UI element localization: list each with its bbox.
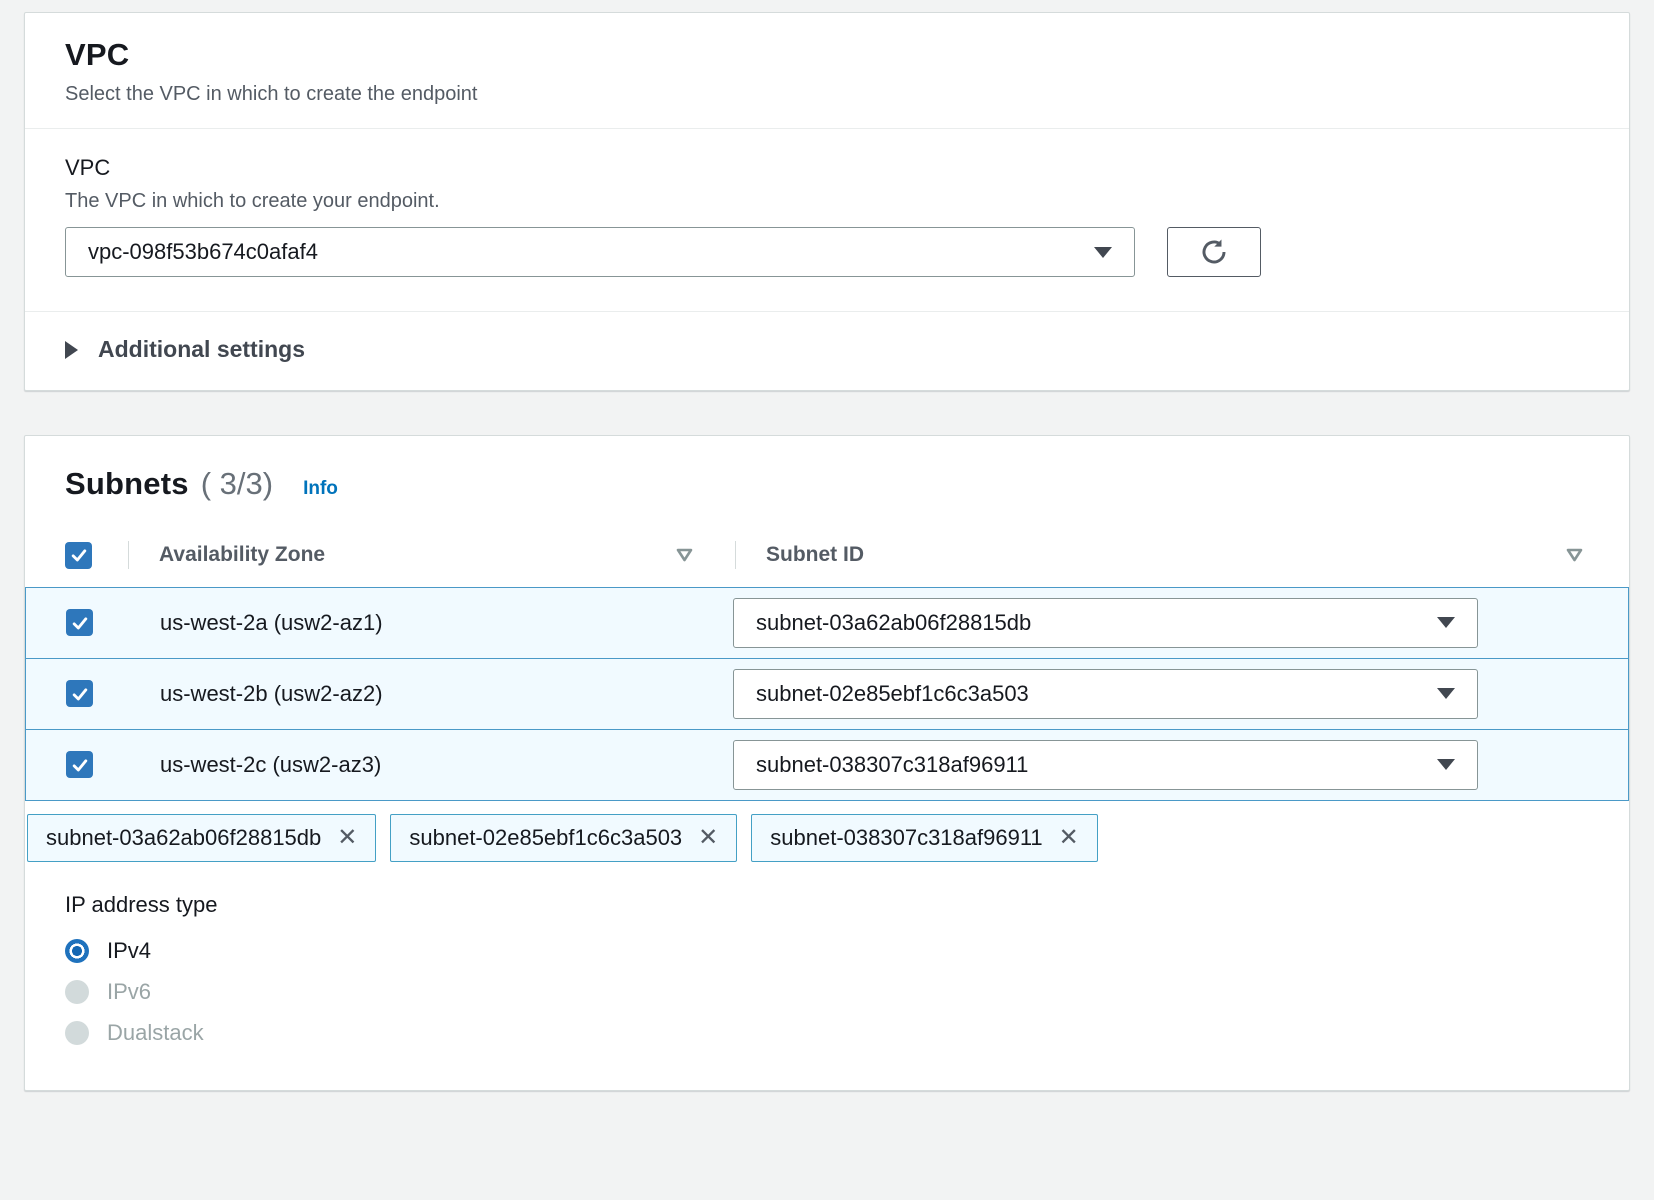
- chevron-down-icon: [1437, 688, 1455, 699]
- subnets-card-title: Subnets: [65, 466, 189, 502]
- column-header-subnet-id[interactable]: Subnet ID: [766, 543, 1589, 567]
- radio-label: IPv6: [107, 979, 151, 1005]
- vpc-select-value: vpc-098f53b674c0afaf4: [88, 239, 318, 265]
- vpc-card: VPC Select the VPC in which to create th…: [24, 12, 1630, 391]
- subnet-token-label: subnet-02e85ebf1c6c3a503: [409, 825, 682, 851]
- row-checkbox[interactable]: [66, 609, 93, 636]
- vpc-select[interactable]: vpc-098f53b674c0afaf4: [65, 227, 1135, 277]
- remove-token-icon[interactable]: ✕: [337, 826, 357, 850]
- remove-token-icon[interactable]: ✕: [698, 826, 718, 850]
- subnet-id-select[interactable]: subnet-03a62ab06f28815db: [733, 598, 1478, 648]
- radio-label: Dualstack: [107, 1020, 204, 1046]
- chevron-down-icon: [1437, 617, 1455, 628]
- subnet-token-label: subnet-03a62ab06f28815db: [46, 825, 321, 851]
- availability-zone-cell: us-west-2c (usw2-az3): [160, 752, 733, 778]
- subnets-count: ( 3/3): [201, 466, 273, 502]
- sort-icon: [1566, 548, 1583, 562]
- column-header-availability-zone[interactable]: Availability Zone: [159, 543, 699, 567]
- subnet-token: subnet-038307c318af96911 ✕: [751, 814, 1098, 862]
- vpc-card-header: VPC Select the VPC in which to create th…: [25, 13, 1629, 129]
- availability-zone-cell: us-west-2b (usw2-az2): [160, 681, 733, 707]
- row-checkbox[interactable]: [66, 680, 93, 707]
- subnet-id-header-label: Subnet ID: [766, 543, 864, 567]
- page: VPC Select the VPC in which to create th…: [0, 0, 1654, 1091]
- radio-disabled-icon: [65, 980, 89, 1004]
- radio-option-ipv4[interactable]: IPv4: [65, 938, 1589, 964]
- chevron-down-icon: [1094, 247, 1112, 258]
- vpc-card-description: Select the VPC in which to create the en…: [65, 83, 1589, 106]
- subnet-id-select-value: subnet-03a62ab06f28815db: [756, 610, 1031, 636]
- subnet-id-select-value: subnet-02e85ebf1c6c3a503: [756, 681, 1029, 707]
- info-link[interactable]: Info: [303, 478, 338, 500]
- check-icon: [69, 545, 89, 565]
- subnet-id-select[interactable]: subnet-02e85ebf1c6c3a503: [733, 669, 1478, 719]
- radio-selected-icon: [65, 939, 89, 963]
- selected-subnet-tokens: subnet-03a62ab06f28815db ✕ subnet-02e85e…: [27, 814, 1605, 862]
- check-icon: [70, 684, 90, 704]
- remove-token-icon[interactable]: ✕: [1059, 826, 1079, 850]
- additional-settings-label: Additional settings: [98, 336, 305, 363]
- additional-settings-section: Additional settings: [25, 312, 1629, 390]
- subnets-card: Subnets ( 3/3) Info Availability Zone Su…: [24, 435, 1630, 1091]
- vpc-card-title: VPC: [65, 37, 1589, 73]
- column-divider: [735, 541, 736, 569]
- check-icon: [70, 613, 90, 633]
- radio-label: IPv4: [107, 938, 151, 964]
- ip-address-type-label: IP address type: [65, 892, 1589, 918]
- radio-option-dualstack: Dualstack: [65, 1020, 1589, 1046]
- vpc-field-label: VPC: [65, 155, 1589, 181]
- subnet-token: subnet-02e85ebf1c6c3a503 ✕: [390, 814, 737, 862]
- subnet-token-label: subnet-038307c318af96911: [770, 825, 1042, 851]
- vpc-field-section: VPC The VPC in which to create your endp…: [25, 129, 1629, 312]
- sort-icon: [676, 548, 693, 562]
- table-row: us-west-2c (usw2-az3) subnet-038307c318a…: [25, 729, 1629, 801]
- ip-address-type-section: IP address type IPv4 IPv6 Dualstack: [25, 862, 1629, 1090]
- subnet-id-select[interactable]: subnet-038307c318af96911: [733, 740, 1478, 790]
- chevron-down-icon: [1437, 759, 1455, 770]
- table-row: us-west-2b (usw2-az2) subnet-02e85ebf1c6…: [25, 658, 1629, 730]
- ip-address-type-radio-group: IPv4 IPv6 Dualstack: [65, 938, 1589, 1046]
- subnets-card-header: Subnets ( 3/3) Info: [25, 436, 1629, 524]
- caret-right-icon: [65, 341, 78, 359]
- subnet-id-select-value: subnet-038307c318af96911: [756, 752, 1028, 778]
- refresh-button[interactable]: [1167, 227, 1261, 277]
- availability-zone-header-label: Availability Zone: [159, 543, 325, 567]
- refresh-icon: [1198, 236, 1230, 268]
- additional-settings-expander[interactable]: Additional settings: [65, 336, 305, 363]
- column-divider: [128, 541, 129, 569]
- row-checkbox[interactable]: [66, 751, 93, 778]
- vpc-field-row: vpc-098f53b674c0afaf4: [65, 227, 1589, 277]
- vpc-field-description: The VPC in which to create your endpoint…: [65, 190, 1589, 213]
- availability-zone-cell: us-west-2a (usw2-az1): [160, 610, 733, 636]
- check-icon: [70, 755, 90, 775]
- table-row: us-west-2a (usw2-az1) subnet-03a62ab06f2…: [25, 587, 1629, 659]
- subnet-token: subnet-03a62ab06f28815db ✕: [27, 814, 376, 862]
- select-all-checkbox[interactable]: [65, 542, 92, 569]
- radio-option-ipv6: IPv6: [65, 979, 1589, 1005]
- radio-disabled-icon: [65, 1021, 89, 1045]
- subnets-table-header: Availability Zone Subnet ID: [25, 524, 1629, 588]
